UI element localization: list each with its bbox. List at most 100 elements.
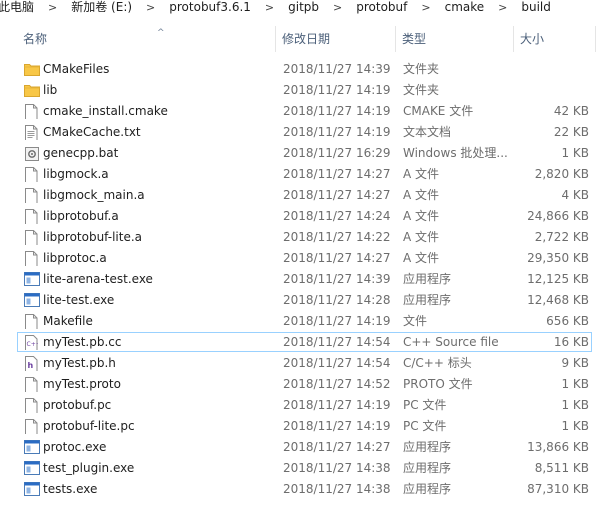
file-icon — [24, 230, 40, 245]
breadcrumb-protobuf361[interactable]: protobuf3.6.1 — [169, 0, 251, 15]
breadcrumb: 此电脑 > 新加卷 (E:) > protobuf3.6.1 > gitpb > protobu… — [0, 0, 613, 17]
column-header-type-label: 类型 — [402, 32, 427, 46]
file-size: 87,310 KB — [527, 482, 589, 496]
breadcrumb-protobuf[interactable]: protobuf — [356, 0, 407, 15]
file-size: 12,468 KB — [527, 293, 589, 307]
file-type: 应用程序 — [403, 293, 452, 307]
file-size: 22 KB — [553, 125, 589, 139]
file-name: libgmock_main.a — [43, 188, 145, 202]
file-type: 应用程序 — [403, 272, 452, 286]
file-icon — [24, 251, 40, 266]
file-type: 文件 — [403, 314, 428, 328]
file-icon — [24, 377, 40, 392]
file-size: 1 KB — [561, 419, 589, 433]
chevron-right-icon[interactable]: > — [498, 0, 507, 15]
file-name: lib — [43, 83, 58, 97]
file-row[interactable]: C++ myTest.pb.cc 2018/11/27 14:54 C++ Sourc… — [0, 332, 613, 353]
file-date-modified: 2018/11/27 14:39 — [283, 62, 391, 76]
file-row[interactable]: cmake_install.cmake 2018/11/27 14:19 CMAKE… — [0, 101, 613, 122]
file-row[interactable]: libgmock.a 2018/11/27 14:27 A 文件 2,820 KB — [0, 164, 613, 185]
file-name: lite-test.exe — [43, 293, 115, 307]
file-name: protobuf.pc — [43, 398, 112, 412]
file-type: 文本文档 — [403, 125, 452, 139]
file-icon — [24, 188, 40, 203]
file-row[interactable]: lib 2018/11/27 14:19 文件夹 — [0, 80, 613, 101]
file-row[interactable]: test_plugin.exe 2018/11/27 14:38 应用程序 8,511… — [0, 458, 613, 479]
file-row[interactable]: libprotobuf.a 2018/11/27 14:24 A 文件 24,866 … — [0, 206, 613, 227]
file-date-modified: 2018/11/27 14:19 — [283, 314, 391, 328]
file-name: myTest.pb.h — [43, 356, 116, 370]
file-row[interactable]: genecpp.bat 2018/11/27 16:29 Windows 批处理..… — [0, 143, 613, 164]
file-type: A 文件 — [403, 167, 440, 181]
file-date-modified: 2018/11/27 14:38 — [283, 461, 391, 475]
breadcrumb-cmake[interactable]: cmake — [445, 0, 485, 15]
file-size — [515, 59, 589, 80]
file-row[interactable]: libgmock_main.a 2018/11/27 14:27 A 文件 4 KB — [0, 185, 613, 206]
column-header-size[interactable]: 大小 — [514, 26, 596, 52]
exe-icon — [24, 482, 40, 497]
file-size: 16 KB — [553, 335, 589, 349]
file-type: CMAKE 文件 — [403, 104, 474, 118]
file-size — [515, 80, 589, 101]
breadcrumb-drive[interactable]: 新加卷 (E:) — [71, 0, 132, 15]
file-icon — [24, 209, 40, 224]
chevron-right-icon[interactable]: > — [146, 0, 155, 15]
exe-icon — [24, 440, 40, 455]
file-row[interactable]: libprotobuf-lite.a 2018/11/27 14:22 A 文件 2,… — [0, 227, 613, 248]
file-date-modified: 2018/11/27 14:54 — [283, 335, 391, 349]
batch-file-icon — [24, 146, 40, 161]
file-list: CMakeFiles 2018/11/27 14:39 文件夹 lib 2018/11/… — [0, 59, 613, 500]
file-name: lite-arena-test.exe — [43, 272, 153, 286]
chevron-right-icon[interactable]: > — [333, 0, 342, 15]
file-row[interactable]: CMakeFiles 2018/11/27 14:39 文件夹 — [0, 59, 613, 80]
file-row[interactable]: tests.exe 2018/11/27 14:38 应用程序 87,310 KB — [0, 479, 613, 500]
file-name: libprotobuf.a — [43, 209, 119, 223]
column-header-bar: 名称 ^ 修改日期 类型 大小 — [0, 26, 613, 53]
file-type: A 文件 — [403, 188, 440, 202]
file-date-modified: 2018/11/27 14:19 — [283, 125, 391, 139]
file-type: Windows 批处理... — [403, 146, 508, 160]
file-row[interactable]: Makefile 2018/11/27 14:19 文件 656 KB — [0, 311, 613, 332]
file-date-modified: 2018/11/27 14:28 — [283, 293, 391, 307]
file-date-modified: 2018/11/27 14:52 — [283, 377, 391, 391]
chevron-right-icon[interactable]: > — [421, 0, 430, 15]
file-date-modified: 2018/11/27 14:27 — [283, 167, 391, 181]
cpp-file-icon: C++ — [24, 335, 40, 350]
file-row[interactable]: myTest.proto 2018/11/27 14:52 PROTO 文件 1 KB — [0, 374, 613, 395]
breadcrumb-gitpb[interactable]: gitpb — [288, 0, 319, 15]
file-row[interactable]: protobuf-lite.pc 2018/11/27 14:19 PC 文件 1 K… — [0, 416, 613, 437]
file-row[interactable]: protobuf.pc 2018/11/27 14:19 PC 文件 1 KB — [0, 395, 613, 416]
column-header-date[interactable]: 修改日期 — [276, 26, 396, 52]
breadcrumb-build[interactable]: build — [521, 0, 551, 15]
column-header-name-label: 名称 — [23, 32, 48, 46]
chevron-right-icon[interactable]: > — [265, 0, 274, 15]
exe-icon — [24, 293, 40, 308]
svg-text:h: h — [28, 361, 34, 370]
file-row[interactable]: protoc.exe 2018/11/27 14:27 应用程序 13,866 KB — [0, 437, 613, 458]
file-size: 2,820 KB — [534, 167, 589, 181]
breadcrumb-this-pc[interactable]: 此电脑 — [0, 0, 34, 15]
file-size: 12,125 KB — [527, 272, 589, 286]
folder-icon — [24, 62, 40, 77]
file-size: 4 KB — [561, 188, 589, 202]
file-name: myTest.proto — [43, 377, 121, 391]
file-name: Makefile — [43, 314, 93, 328]
file-date-modified: 2018/11/27 14:19 — [283, 83, 391, 97]
file-type: C++ Source file — [403, 335, 499, 349]
file-row[interactable]: libprotoc.a 2018/11/27 14:27 A 文件 29,350 KB — [0, 248, 613, 269]
file-icon — [24, 419, 40, 434]
file-row[interactable]: CMakeCache.txt 2018/11/27 14:19 文本文档 22 KB — [0, 122, 613, 143]
column-header-type[interactable]: 类型 — [396, 26, 514, 52]
column-header-name[interactable]: 名称 ^ — [17, 26, 276, 52]
file-size: 656 KB — [546, 314, 589, 328]
chevron-right-icon[interactable]: > — [48, 0, 57, 15]
file-date-modified: 2018/11/27 14:19 — [283, 419, 391, 433]
file-row[interactable]: lite-arena-test.exe 2018/11/27 14:39 应用程序 1… — [0, 269, 613, 290]
folder-icon — [24, 83, 40, 98]
file-row[interactable]: h myTest.pb.h 2018/11/27 14:54 C/C++ 标头 9 KB — [0, 353, 613, 374]
file-row[interactable]: lite-test.exe 2018/11/27 14:28 应用程序 12,468 … — [0, 290, 613, 311]
file-type: PC 文件 — [403, 419, 447, 433]
file-type: 文件夹 — [403, 83, 440, 97]
file-type: A 文件 — [403, 209, 440, 223]
sort-ascending-icon: ^ — [157, 28, 165, 38]
